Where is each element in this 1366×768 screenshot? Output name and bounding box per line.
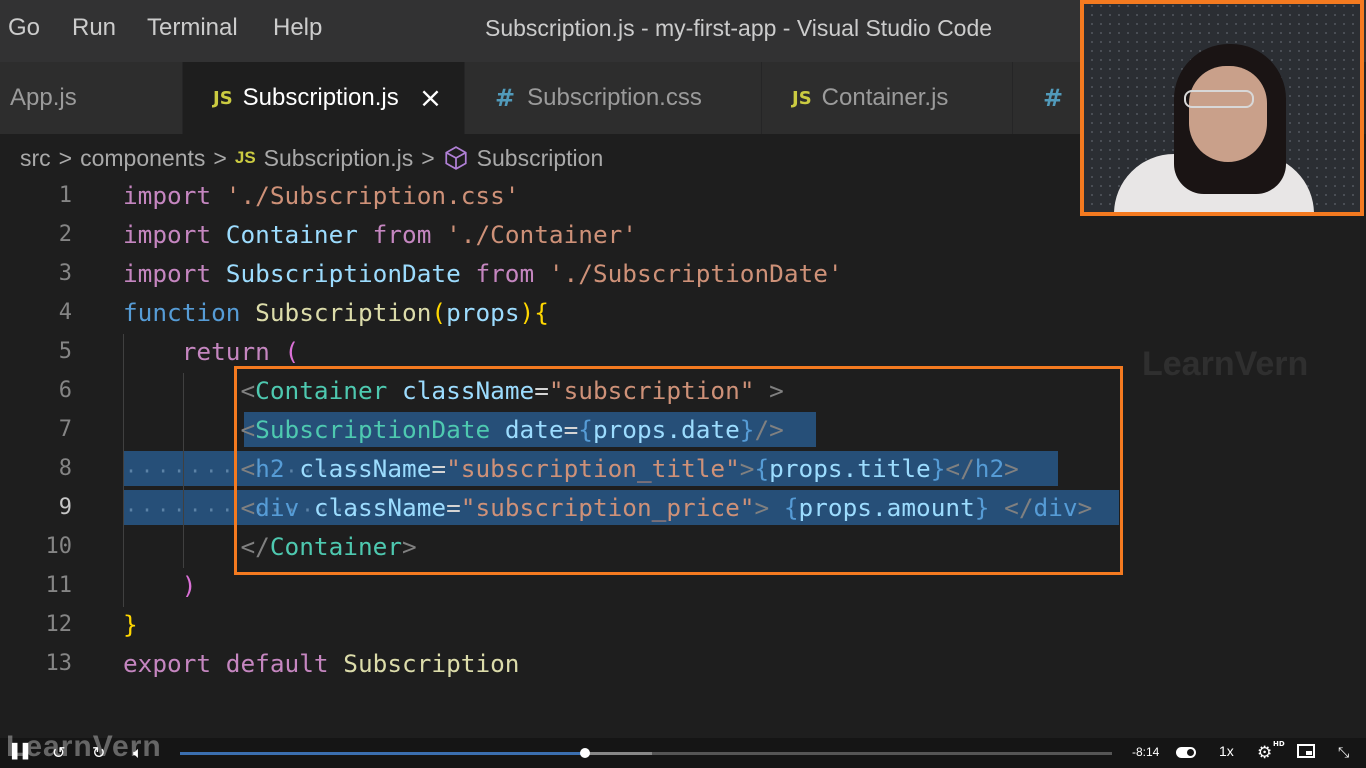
code-line: 12 } — [0, 607, 1366, 646]
code-text: import SubscriptionDate from './Subscrip… — [123, 259, 843, 288]
breadcrumb-file[interactable]: Subscription.js — [264, 145, 414, 172]
pause-icon[interactable]: ▌▌ — [12, 741, 34, 763]
annotation-highlight-box — [234, 366, 1123, 575]
code-text: export default Subscription — [123, 649, 520, 678]
code-line: 3 import SubscriptionDate from './Subscr… — [0, 256, 1366, 295]
gear-icon[interactable]: ⚙ — [1257, 742, 1272, 764]
watermark-logo: LearnVern — [1142, 345, 1309, 383]
code-text: import Container from './Container' — [123, 220, 637, 249]
hd-badge: HD — [1273, 740, 1285, 748]
close-icon[interactable]: × — [419, 84, 442, 112]
presenter-webcam — [1080, 0, 1364, 216]
line-number: 2 — [58, 222, 72, 247]
line-number: 10 — [45, 534, 73, 559]
js-file-icon: JS — [792, 87, 812, 109]
time-remaining: -8:14 — [1132, 745, 1160, 759]
seek-bar[interactable] — [180, 748, 1112, 758]
line-number: 9 — [58, 495, 72, 520]
tab-container-js[interactable]: JS Container.js — [762, 62, 1013, 134]
presenter-glasses — [1184, 90, 1254, 108]
tab-label: Container.js — [821, 84, 949, 111]
line-number: 11 — [45, 573, 73, 598]
line-number: 3 — [58, 261, 72, 286]
seek-played — [180, 752, 586, 755]
css-file-icon: # — [495, 84, 516, 112]
code-text: } — [123, 610, 138, 639]
seek-thumb[interactable] — [580, 748, 591, 758]
breadcrumb-components[interactable]: components — [80, 145, 205, 172]
chevron-right-icon: > — [213, 144, 227, 171]
tab-label: App.js — [10, 84, 77, 111]
menu-terminal[interactable]: Terminal — [147, 14, 238, 42]
breadcrumb: src > components > JS Subscription.js > … — [20, 140, 603, 176]
css-file-icon: # — [1043, 84, 1064, 112]
chevron-right-icon: > — [58, 144, 73, 171]
line-number: 6 — [58, 378, 72, 403]
code-text: function Subscription(props){ — [123, 298, 549, 327]
tab-subscription-js[interactable]: JS Subscription.js × — [183, 62, 465, 134]
chevron-right-icon: > — [421, 144, 435, 171]
forward-icon[interactable]: ↻ — [92, 742, 105, 764]
line-number: 1 — [58, 183, 72, 208]
rewind-icon[interactable]: ↺ — [52, 742, 65, 764]
breadcrumb-src[interactable]: src — [20, 145, 51, 172]
line-number: 12 — [45, 612, 73, 637]
playback-speed[interactable]: 1x — [1219, 743, 1234, 759]
menu-go[interactable]: Go — [8, 14, 40, 42]
code-text: ) — [181, 571, 197, 600]
breadcrumb-symbol[interactable]: Subscription — [477, 145, 604, 172]
code-line: 2 import Container from './Container' — [0, 217, 1366, 256]
menu-run[interactable]: Run — [72, 14, 116, 42]
line-number: 13 — [45, 651, 73, 676]
picture-in-picture-icon[interactable] — [1297, 742, 1315, 764]
tab-subscription-css[interactable]: # Subscription.css — [465, 62, 762, 134]
volume-icon[interactable]: 🔈︎ — [133, 742, 143, 764]
code-line: 4 function Subscription(props){ — [0, 295, 1366, 334]
exit-fullscreen-icon[interactable]: ⤡ — [1338, 742, 1349, 764]
menu-help[interactable]: Help — [273, 14, 322, 42]
code-text: import './Subscription.css' — [123, 181, 520, 210]
tab-label: Subscription.css — [527, 84, 702, 111]
js-file-icon: JS — [213, 87, 233, 109]
code-text: return ( — [181, 337, 300, 366]
video-player-controls: LearnVern ▌▌ ↺ ↻ 🔈︎ -8:14 1x ⚙ HD ⤡ — [0, 730, 1366, 768]
line-number: 5 — [58, 339, 72, 364]
symbol-class-icon — [445, 146, 467, 170]
tab-app-js[interactable]: App.js — [0, 62, 183, 134]
tab-label: Subscription.js — [242, 84, 399, 111]
js-file-icon: JS — [234, 148, 256, 167]
line-number: 4 — [58, 300, 72, 325]
autoplay-toggle[interactable] — [1176, 747, 1196, 758]
code-line: 13 export default Subscription — [0, 646, 1366, 685]
line-number: 7 — [58, 417, 72, 442]
line-number: 8 — [58, 456, 72, 481]
window-title: Subscription.js - my-first-app - Visual … — [485, 15, 993, 41]
presenter-face — [1189, 66, 1267, 162]
tab-partial-css[interactable]: # — [1013, 62, 1083, 134]
